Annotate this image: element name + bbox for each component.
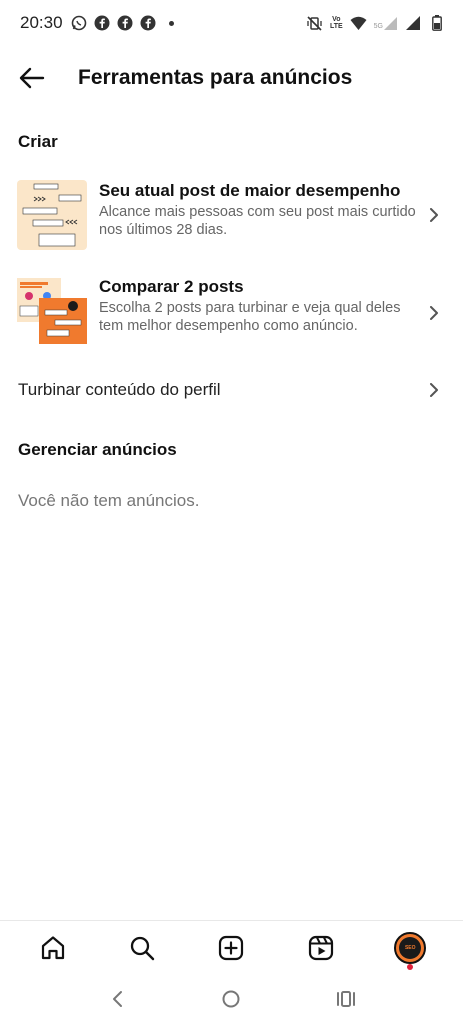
nav-reels[interactable]: [297, 924, 345, 972]
status-left: 20:30: [20, 13, 174, 33]
top-post-row[interactable]: Seu atual post de maior desempenho Alcan…: [0, 180, 463, 252]
avatar-text: SEO: [404, 944, 416, 951]
boost-profile-content-label: Turbinar conteúdo do perfil: [18, 380, 221, 399]
top-post-title: Seu atual post de maior desempenho: [99, 181, 401, 200]
chevron-right-icon: [430, 306, 438, 320]
vibrate-mute-icon: [306, 15, 323, 32]
compare-posts-thumbnail: [17, 276, 87, 346]
avatar-logo: SEO: [399, 936, 422, 959]
avatar: SEO: [394, 931, 427, 970]
bottom-nav: SEO: [0, 920, 463, 974]
nav-search[interactable]: [118, 924, 166, 972]
nav-home[interactable]: [29, 924, 77, 972]
nav-profile[interactable]: SEO: [386, 924, 434, 972]
recents-icon: [336, 991, 355, 1007]
signal-1: 5G: [373, 16, 397, 30]
system-nav-bar: [0, 974, 463, 1024]
system-home-button[interactable]: [211, 979, 251, 1019]
network-type: 5G: [373, 22, 383, 30]
no-ads-message: Você não tem anúncios.: [18, 491, 200, 510]
section-title-create: Criar: [18, 132, 58, 151]
home-icon: [41, 935, 64, 959]
reels-icon: [308, 935, 333, 960]
battery-icon: [428, 15, 445, 32]
status-time: 20:30: [20, 13, 63, 32]
facebook-icon: [94, 15, 111, 32]
lte-label: LTE: [329, 23, 343, 30]
signal-icon: [404, 15, 421, 32]
top-post-description: Alcance mais pessoas com seu post mais c…: [99, 204, 416, 238]
volte-indicator: Vo LTE: [330, 16, 343, 30]
arrow-left-icon: [19, 67, 45, 89]
notification-dot: [407, 963, 414, 970]
volte-label: Vo: [332, 16, 341, 23]
circle-icon: [222, 990, 240, 1008]
compare-posts-text: Comparar 2 posts Escolha 2 posts para tu…: [99, 276, 421, 335]
chevron-right-icon: [430, 383, 438, 397]
status-right: Vo LTE 5G: [306, 15, 445, 32]
signal-icon: [384, 16, 397, 30]
boost-profile-content-row[interactable]: Turbinar conteúdo do perfil: [0, 372, 463, 408]
facebook-icon: [117, 15, 134, 32]
more-notifications-dot: [168, 20, 174, 26]
facebook-icon: [140, 15, 157, 32]
back-button[interactable]: [12, 58, 52, 98]
wifi-icon: [350, 15, 367, 32]
page-title: Ferramentas para anúncios: [78, 66, 353, 89]
compare-posts-row[interactable]: Comparar 2 posts Escolha 2 posts para tu…: [0, 276, 463, 352]
whatsapp-icon: [71, 15, 88, 32]
chevron-left-icon: [113, 991, 123, 1007]
top-post-text: Seu atual post de maior desempenho Alcan…: [99, 180, 421, 239]
top-post-thumbnail: [17, 180, 87, 250]
header: Ferramentas para anúncios: [0, 52, 463, 104]
system-recents-button[interactable]: [326, 979, 366, 1019]
status-bar: 20:30 Vo LTE 5G: [0, 0, 463, 46]
plus-square-icon: [219, 935, 244, 960]
section-title-manage-ads: Gerenciar anúncios: [18, 440, 177, 459]
compare-posts-title: Comparar 2 posts: [99, 277, 244, 296]
nav-create[interactable]: [207, 924, 255, 972]
system-back-button[interactable]: [97, 979, 137, 1019]
search-icon: [130, 936, 155, 960]
chevron-right-icon: [430, 208, 438, 222]
compare-posts-description: Escolha 2 posts para turbinar e veja qua…: [99, 300, 401, 334]
